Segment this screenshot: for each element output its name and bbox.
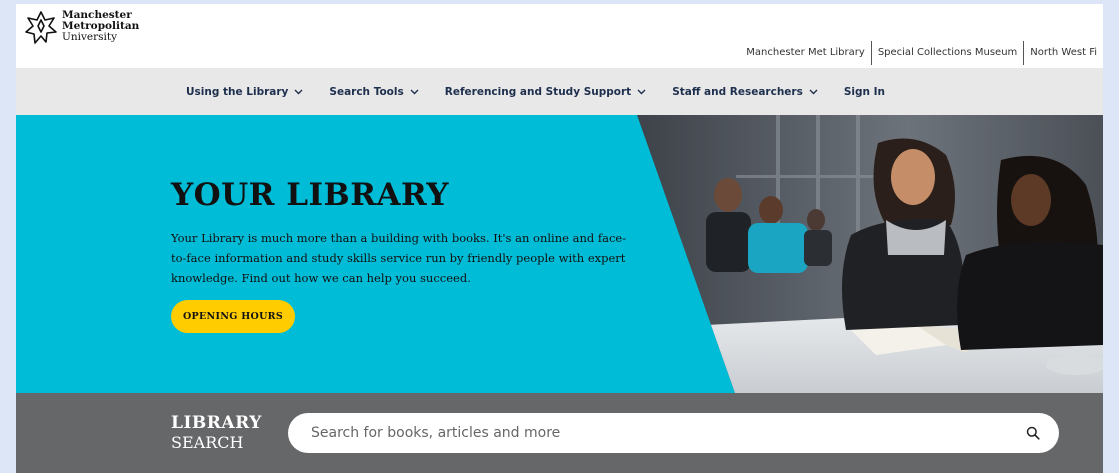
nav-item-label: Sign In [843, 85, 886, 98]
library-search-logo-line-2: SEARCH [171, 433, 244, 452]
chevron-down-icon [410, 89, 419, 94]
university-logo[interactable]: Manchester Metropolitan University [24, 10, 139, 46]
nav-item-label: Staff and Researchers [672, 85, 803, 98]
nav-item-search-tools[interactable]: Search Tools [329, 85, 419, 98]
site-header: Manchester Metropolitan University Manch… [16, 4, 1103, 68]
hero-description: Your Library is much more than a buildin… [171, 231, 627, 285]
nav-item-using-the-library[interactable]: Using the Library [186, 86, 303, 98]
search-box [288, 413, 1059, 453]
utility-link-special-collections[interactable]: Special Collections Museum [870, 41, 1023, 65]
nav-item-sign-in[interactable]: Sign In [844, 86, 885, 98]
hero-banner: YOUR LIBRARY Your Library is much more t… [16, 115, 1103, 393]
chevron-down-icon [294, 89, 303, 94]
utility-link-library[interactable]: Manchester Met Library [740, 41, 871, 65]
university-wordmark: Manchester Metropolitan University [62, 10, 139, 43]
university-logo-mark-icon [25, 11, 57, 44]
nav-item-referencing[interactable]: Referencing and Study Support [445, 86, 646, 98]
nav-item-label: Referencing and Study Support [444, 85, 632, 98]
search-icon [1026, 426, 1040, 440]
library-search-band: LIBRARY SEARCH [16, 393, 1103, 473]
wordmark-line-3: University [62, 31, 118, 43]
nav-item-label: Search Tools [329, 85, 404, 98]
page: Manchester Metropolitan University Manch… [16, 4, 1103, 473]
nav-item-staff-and-researchers[interactable]: Staff and Researchers [672, 86, 818, 98]
search-input[interactable] [288, 413, 1013, 453]
search-button[interactable] [1013, 413, 1053, 453]
main-nav: Using the Library Search Tools Referenci… [16, 68, 1103, 115]
nav-item-label: Using the Library [186, 85, 289, 98]
utility-links: Manchester Met Library Special Collectio… [740, 41, 1103, 65]
chevron-down-icon [637, 89, 646, 94]
chevron-down-icon [809, 89, 818, 94]
library-search-logo-line-1: LIBRARY [171, 413, 262, 433]
utility-link-north-west[interactable]: North West Fi [1023, 41, 1103, 65]
library-search-logo: LIBRARY SEARCH [171, 413, 262, 453]
opening-hours-button[interactable]: OPENING HOURS [171, 300, 295, 333]
hero-title: YOUR LIBRARY [171, 177, 449, 213]
